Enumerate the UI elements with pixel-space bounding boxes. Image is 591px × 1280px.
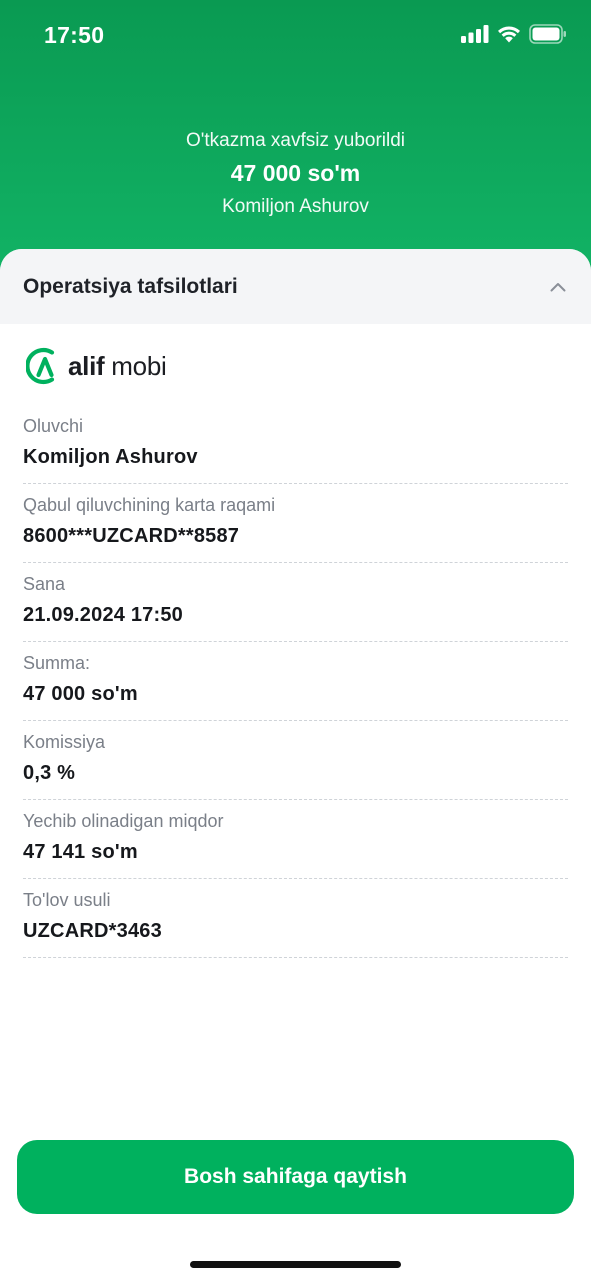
detail-row-debit-amount: Yechib olinadigan miqdor 47 141 so'm — [23, 800, 568, 879]
detail-label: Sana — [23, 574, 66, 594]
detail-label: Komissiya — [23, 732, 106, 752]
detail-row-payment-method: To'lov usuli UZCARD*3463 — [23, 879, 568, 958]
details-title: Operatsiya tafsilotlari — [23, 274, 238, 298]
detail-value: 21.09.2024 17:50 — [23, 604, 184, 626]
detail-label: Qabul qiluvchining karta raqami — [23, 495, 276, 515]
status-time: 17:50 — [44, 22, 105, 48]
brand-logo: alif mobi — [26, 345, 591, 387]
detail-value: 47 141 so'm — [23, 841, 138, 863]
detail-row-date: Sana 21.09.2024 17:50 — [23, 563, 568, 642]
cellular-signal-icon — [461, 25, 489, 43]
brand-name: alif mobi — [68, 350, 167, 382]
detail-value: 47 000 so'm — [23, 683, 138, 705]
detail-value: Komiljon Ashurov — [23, 446, 198, 468]
detail-value: UZCARD*3463 — [23, 920, 162, 942]
details-list: Oluvchi Komiljon Ashurov Qabul qiluvchin… — [0, 405, 591, 958]
status-icons — [461, 24, 567, 44]
details-toggle[interactable]: Operatsiya tafsilotlari — [0, 249, 591, 324]
back-to-home-button[interactable]: Bosh sahifaga qaytish — [17, 1140, 574, 1214]
home-indicator[interactable] — [190, 1261, 401, 1268]
detail-label: Yechib olinadigan miqdor — [23, 811, 224, 831]
detail-value: 0,3 % — [23, 762, 76, 784]
brand-name-bold: alif — [68, 350, 105, 381]
transfer-summary: O'tkazma xavfsiz yuborildi 47 000 so'm K… — [0, 130, 591, 218]
details-sheet: Operatsiya tafsilotlari alif mobi Oluvch… — [0, 249, 591, 1280]
success-header: 17:50 O'tkazma xavfsiz yuborildi 47 000 … — [0, 0, 591, 290]
chevron-up-icon[interactable] — [549, 278, 567, 296]
detail-row-recipient: Oluvchi Komiljon Ashurov — [23, 405, 568, 484]
detail-label: To'lov usuli — [23, 890, 111, 910]
detail-row-commission: Komissiya 0,3 % — [23, 721, 568, 800]
transfer-recipient: Komiljon Ashurov — [222, 196, 369, 217]
transfer-status-text: O'tkazma xavfsiz yuborildi — [185, 130, 406, 151]
detail-label: Oluvchi — [23, 416, 84, 436]
detail-row-amount: Summa: 47 000 so'm — [23, 642, 568, 721]
brand-name-regular: mobi — [104, 350, 167, 381]
detail-label: Summa: — [23, 653, 91, 673]
wifi-icon — [498, 26, 520, 43]
battery-icon — [529, 24, 566, 44]
transfer-amount: 47 000 so'm — [230, 160, 361, 186]
detail-row-card-number: Qabul qiluvchining karta raqami 8600***U… — [23, 484, 568, 563]
detail-value: 8600***UZCARD**8587 — [23, 525, 240, 547]
alif-logo-icon — [26, 347, 55, 385]
status-bar: 17:50 — [0, 0, 591, 72]
